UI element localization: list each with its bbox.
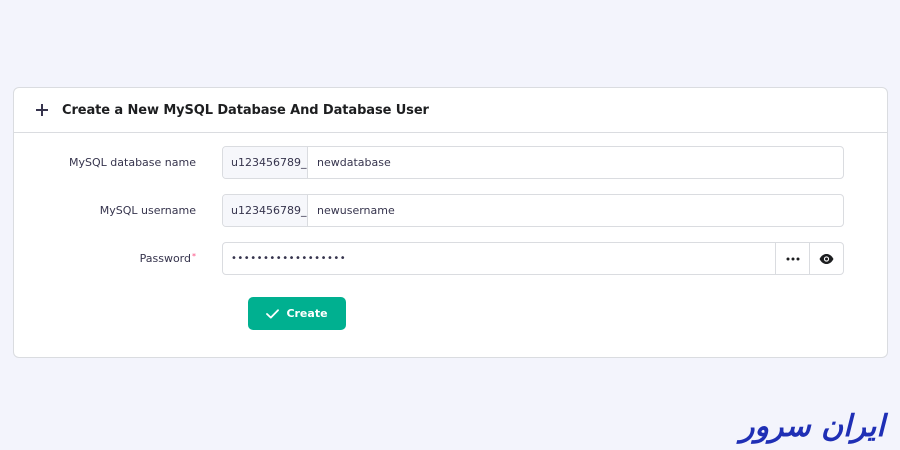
password-row: Password* [14, 242, 844, 275]
eye-icon [819, 253, 834, 264]
db-name-prefix: u123456789_ [223, 147, 308, 178]
password-input[interactable] [223, 243, 775, 274]
checkmark-icon [266, 308, 280, 318]
password-label: Password [139, 252, 191, 265]
plus-icon[interactable] [36, 104, 48, 116]
generate-password-button[interactable] [775, 243, 809, 274]
create-button-label: Create [286, 307, 328, 320]
username-input[interactable] [308, 195, 843, 226]
create-button[interactable]: Create [248, 297, 346, 330]
brand-name: ایران سرور [740, 408, 885, 444]
username-prefix: u123456789_ [223, 195, 308, 226]
db-name-input[interactable] [308, 147, 843, 178]
password-label-wrap: Password* [14, 252, 222, 265]
db-name-row: MySQL database name u123456789_ [14, 146, 844, 179]
password-field [222, 242, 844, 275]
create-database-card: Create a New MySQL Database And Database… [13, 87, 888, 358]
card-header[interactable]: Create a New MySQL Database And Database… [14, 88, 887, 133]
db-name-field: u123456789_ [222, 146, 844, 179]
db-name-label: MySQL database name [69, 156, 196, 169]
card-title: Create a New MySQL Database And Database… [62, 102, 429, 118]
username-row: MySQL username u123456789_ [14, 194, 844, 227]
username-field: u123456789_ [222, 194, 844, 227]
username-label: MySQL username [99, 204, 196, 217]
brand-logo: ایران سرور [740, 408, 885, 444]
toggle-password-visibility-button[interactable] [809, 243, 843, 274]
required-marker: * [192, 252, 196, 261]
generate-password-icon [786, 257, 799, 260]
